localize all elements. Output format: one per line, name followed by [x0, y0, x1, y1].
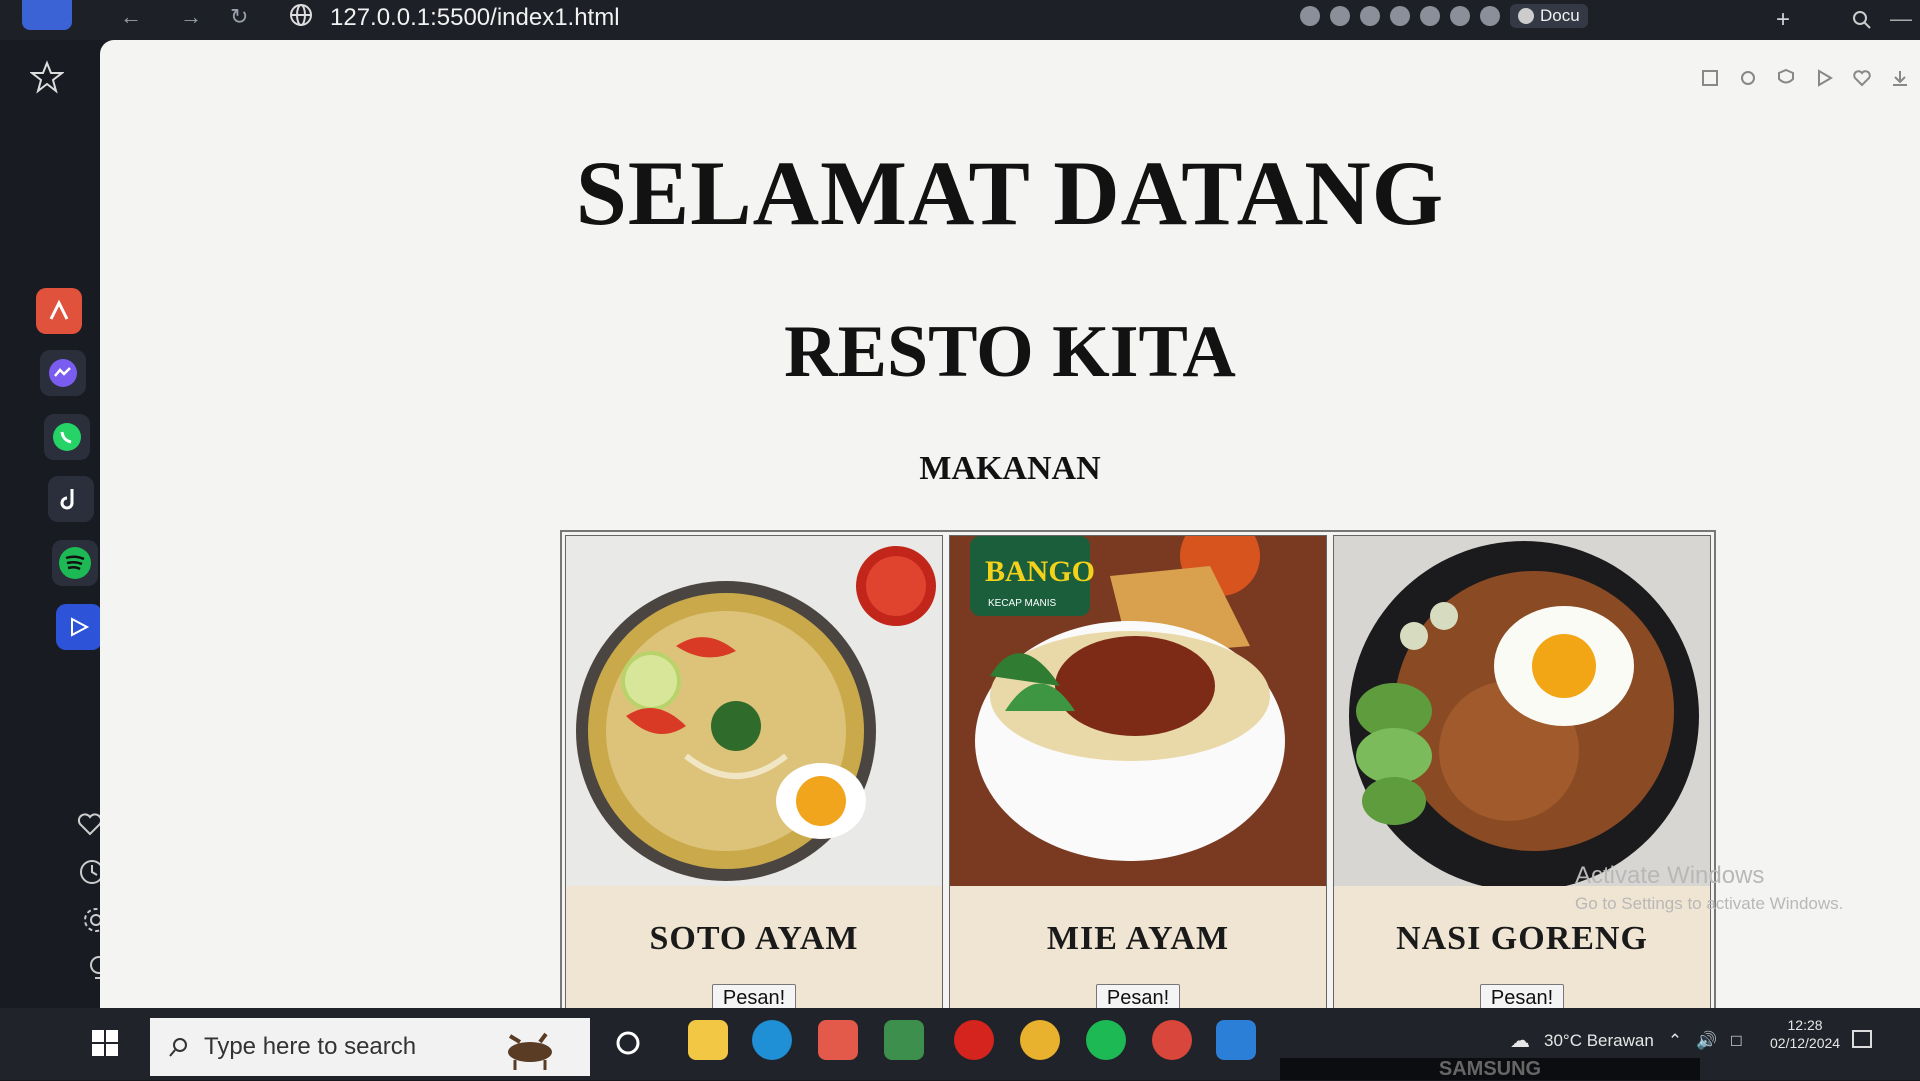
new-tab-icon[interactable]: + [1776, 6, 1790, 34]
tab-active[interactable]: Docu [1510, 4, 1588, 28]
clock-time: 12:28 [1787, 1017, 1823, 1033]
spotify-taskbar-icon[interactable] [1086, 1020, 1126, 1060]
forward-icon[interactable]: → [180, 4, 202, 30]
search-icon [169, 1038, 187, 1057]
product-label: KECAP MANIS [988, 598, 1056, 609]
address-bar[interactable]: 127.0.0.1:5500/index1.html [330, 4, 620, 32]
soto-ayam-photo [566, 536, 942, 886]
menu-item-name: SOTO AYAM [649, 920, 859, 957]
chrome-profile-icon[interactable] [1152, 1020, 1192, 1060]
menu-item-name: NASI GORENG [1396, 920, 1648, 957]
file-explorer-icon[interactable] [688, 1020, 728, 1060]
network-icon[interactable]: □ [1731, 1031, 1741, 1051]
download-icon[interactable] [1890, 68, 1910, 88]
taskbar-search[interactable]: Type here to search [150, 1018, 590, 1076]
browser-menu-button[interactable] [22, 0, 72, 30]
watermark-subtitle: Go to Settings to activate Windows. [1575, 894, 1844, 913]
files-app-icon[interactable] [884, 1020, 924, 1060]
shield-icon[interactable] [1776, 68, 1796, 88]
tab-search-icon[interactable] [1852, 10, 1872, 30]
weather-text[interactable]: 30°C Berawan [1544, 1031, 1654, 1051]
browser-top-bar: ← → ↻ 127.0.0.1:5500/index1.html Docu + … [0, 0, 1920, 40]
windows-start-icon[interactable] [90, 1028, 120, 1058]
mie-ayam-photo: BANGO KECAP MANIS [950, 536, 1326, 886]
tab-label: Docu [1540, 6, 1580, 25]
opera-icon[interactable] [954, 1020, 994, 1060]
cortana-icon[interactable] [615, 1030, 641, 1056]
volume-icon[interactable]: 🔊 [1696, 1031, 1717, 1051]
page-subheading: RESTO KITA [784, 311, 1236, 393]
send-icon[interactable] [56, 604, 102, 650]
menu-card: NASI GORENG Pesan! [1333, 535, 1711, 1024]
web-page: SELAMAT DATANG RESTO KITA MAKANAN SOTO A… [100, 40, 1920, 1030]
menu-grid: SOTO AYAM Pesan! BANGO KECAP MANIS MIE A… [560, 530, 1716, 1029]
edge-icon[interactable] [752, 1020, 792, 1060]
clock-date: 02/12/2024 [1770, 1035, 1841, 1051]
nasi-goreng-photo [1334, 536, 1710, 886]
chevron-up-icon[interactable]: ⌃ [1668, 1031, 1682, 1051]
chrome-icon[interactable] [1020, 1020, 1060, 1060]
back-icon[interactable]: ← [120, 4, 142, 30]
notification-icon[interactable] [1850, 1028, 1874, 1052]
tiktok-icon[interactable] [48, 476, 94, 522]
reload-icon[interactable]: ↻ [230, 4, 248, 30]
minimize-icon[interactable]: — [1890, 6, 1912, 32]
play-icon[interactable] [1814, 68, 1834, 88]
office-app-icon[interactable] [818, 1020, 858, 1060]
tab-strip: Docu [1300, 4, 1588, 28]
site-info-icon[interactable] [288, 2, 314, 28]
tab-favicon[interactable] [1300, 6, 1320, 26]
tab-favicon[interactable] [1420, 6, 1440, 26]
spotify-icon[interactable] [52, 540, 98, 586]
menu-item-name: MIE AYAM [1046, 920, 1230, 957]
tab-favicon[interactable] [1390, 6, 1410, 26]
vscode-icon[interactable] [1216, 1020, 1256, 1060]
watermark-title: Activate Windows [1575, 862, 1765, 889]
clock[interactable]: 12:28 02/12/2024 [1770, 1016, 1840, 1052]
tab-favicon[interactable] [1330, 6, 1350, 26]
edit-icon[interactable] [1700, 68, 1720, 88]
tab-favicon[interactable] [1360, 6, 1380, 26]
menu-card: BANGO KECAP MANIS MIE AYAM Pesan! [949, 535, 1327, 1024]
aria-icon[interactable] [36, 288, 82, 334]
system-tray: ☁ 30°C Berawan ⌃ 🔊 □ [1510, 1028, 1742, 1053]
camera-icon[interactable] [1738, 68, 1758, 88]
tab-favicon[interactable] [1450, 6, 1470, 26]
activation-watermark: Activate Windows Go to Settings to activ… [1575, 862, 1843, 914]
tab-favicon [1518, 8, 1534, 24]
monitor-brand: SAMSUNG [1280, 1058, 1700, 1080]
page-heading: SELAMAT DATANG [575, 142, 1445, 244]
product-brand: BANGO [985, 555, 1095, 588]
messenger-icon[interactable] [40, 350, 86, 396]
heart-icon[interactable] [1852, 68, 1872, 88]
page-toolbar [1700, 68, 1910, 88]
menu-card: SOTO AYAM Pesan! [565, 535, 943, 1024]
section-title: MAKANAN [919, 450, 1101, 487]
whatsapp-icon[interactable] [44, 414, 90, 460]
star-icon[interactable] [30, 60, 64, 94]
search-placeholder: Type here to search [204, 1033, 417, 1060]
moose-search-highlight-icon [508, 1032, 552, 1070]
tab-favicon[interactable] [1480, 6, 1500, 26]
cloud-icon: ☁ [1510, 1030, 1530, 1052]
